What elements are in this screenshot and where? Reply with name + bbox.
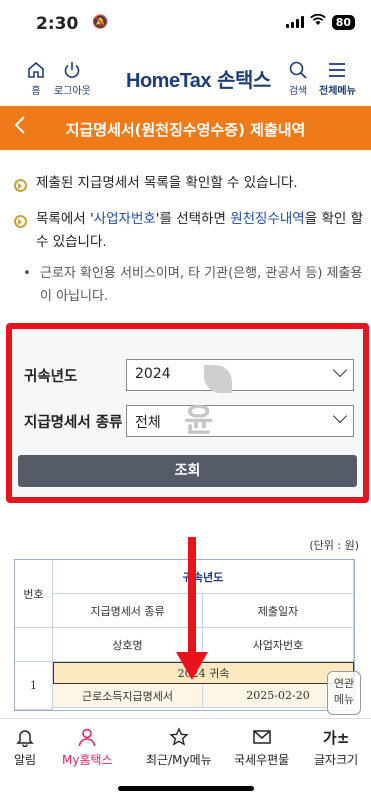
search-panel: 귀속년도 2024 지급명세서 종류 전체 윤 조회	[6, 323, 369, 503]
leaf-icon	[204, 365, 232, 393]
col-header-type: 지급명세서 종류	[53, 594, 203, 628]
annotation-arrow-shaft	[188, 537, 196, 655]
table-row[interactable]: 근로소득지급명세서 2025-02-20	[53, 684, 354, 708]
search-icon	[289, 61, 307, 79]
mail-icon	[252, 730, 271, 744]
bell-icon	[16, 730, 34, 747]
nav-fontsize-label: 글자크기	[314, 753, 359, 767]
hamburger-menu-icon	[329, 63, 346, 77]
col-header-bizno: 사업자번호	[203, 628, 354, 662]
status-bar: 2:30 🔕 80	[0, 0, 371, 48]
wifi-icon	[309, 13, 326, 30]
person-icon	[78, 728, 96, 747]
hometax-logo[interactable]: HomeTax 손택스	[126, 64, 271, 93]
info-note: • 근로자 확인용 서비스이며, 타 기관(은행, 관공서 등) 제출용이 아닙…	[14, 262, 364, 308]
app-header: 홈 로그아웃 HomeTax 손택스 검색 전체메뉴	[0, 52, 371, 102]
info-item: 제출된 지급명세서 목록을 확인할 수 있습니다.	[14, 172, 364, 200]
font-size-icon: 가±	[322, 729, 350, 747]
nav-recent-label: 최근/My메뉴	[146, 753, 212, 767]
unit-label: (단위 : 원)	[309, 539, 359, 552]
nav-myhometax[interactable]: My홈택스	[62, 727, 113, 768]
bizno-link[interactable]: 사업자번호	[94, 211, 156, 227]
info-section: 제출된 지급명세서 목록을 확인할 수 있습니다. 목록에서 '사업자번호'를 …	[14, 172, 364, 308]
logout-label: 로그아웃	[54, 86, 91, 97]
info-text-2-mid: '를 선택하면	[155, 211, 231, 227]
year-select-value: 2024	[135, 366, 171, 382]
nav-alarm[interactable]: 알림	[14, 727, 36, 768]
nav-recent[interactable]: 최근/My메뉴	[146, 727, 212, 768]
info-text-1: 제출된 지급명세서 목록을 확인할 수 있습니다.	[36, 175, 298, 191]
all-menu-label: 전체메뉴	[319, 86, 356, 97]
year-select[interactable]: 2024	[126, 359, 354, 391]
note-bullet: •	[23, 266, 31, 281]
info-note-text: 근로자 확인용 서비스이며, 타 기관(은행, 관공서 등) 제출용이 아닙니다…	[40, 266, 363, 304]
nav-mail-label: 국세우편물	[234, 753, 290, 767]
home-indicator	[118, 786, 254, 791]
power-icon	[65, 62, 80, 78]
logo-text-en: HomeTax	[126, 70, 212, 92]
star-icon	[169, 727, 189, 746]
results-table: 번호 귀속년도 지급명세서 종류 제출일자 상호명 사업자번호 1 2024 귀…	[14, 559, 355, 711]
all-menu-button[interactable]: 전체메뉴	[319, 60, 356, 97]
page-title: 지급명세서(원천징수영수증) 제출내역	[65, 121, 306, 139]
mute-bell-icon: 🔕	[92, 15, 109, 30]
nav-mail[interactable]: 국세우편물	[234, 727, 289, 768]
status-time: 2:30	[36, 14, 79, 34]
info-item: 목록에서 '사업자번호'를 선택하면 원천징수내역을 확인 할 수 있습니다.	[14, 208, 364, 254]
table-cell-type: 근로소득지급명세서	[53, 684, 203, 708]
type-select[interactable]: 전체	[126, 405, 354, 437]
col-header-date: 제출일자	[203, 594, 354, 628]
watermark-char: 윤	[184, 401, 214, 439]
nav-fontsize[interactable]: 가± 글자크기	[314, 727, 358, 768]
search-button[interactable]: 검색	[288, 60, 308, 97]
nav-alarm-label: 알림	[14, 753, 37, 767]
col-header-year: 귀속년도	[53, 560, 354, 594]
search-label: 검색	[288, 86, 308, 97]
logout-button[interactable]: 로그아웃	[54, 60, 91, 97]
nav-myhometax-label: My홈택스	[62, 753, 113, 767]
home-label: 홈	[31, 86, 41, 97]
page-title-bar: 지급명세서(원천징수영수증) 제출내역	[0, 106, 371, 150]
watermark-logo: 윤	[176, 365, 236, 445]
home-button[interactable]: 홈	[26, 60, 46, 97]
col-header-no: 번호	[15, 560, 53, 628]
speaker-bullet-icon	[14, 172, 36, 200]
logo-text-ko: 손택스	[217, 68, 271, 92]
info-text-2: 목록에서 '사업자번호'를 선택하면 원천징수내역을 확인 할 수 있습니다.	[36, 208, 364, 254]
battery-icon: 80	[331, 14, 355, 30]
annotation-arrow-head	[176, 652, 208, 680]
type-label: 지급명세서 종류	[24, 415, 123, 431]
withholding-link[interactable]: 원천징수내역	[230, 211, 305, 227]
info-text-2-pre: 목록에서 '	[36, 211, 94, 227]
speaker-bullet-icon	[14, 208, 36, 254]
chevron-down-icon	[332, 362, 348, 378]
signal-icon	[285, 16, 304, 28]
table-row-no: 1	[15, 662, 53, 710]
related-menu-line2: 메뉴	[333, 693, 355, 706]
home-icon	[28, 61, 44, 78]
search-submit-button[interactable]: 조회	[18, 455, 357, 487]
col-header-no-blank	[15, 628, 53, 662]
related-menu-button[interactable]: 연관 메뉴	[327, 671, 361, 715]
chevron-down-icon	[332, 408, 348, 424]
related-menu-line1: 연관	[333, 677, 355, 690]
year-label: 귀속년도	[24, 369, 78, 385]
type-select-value: 전체	[135, 415, 161, 431]
